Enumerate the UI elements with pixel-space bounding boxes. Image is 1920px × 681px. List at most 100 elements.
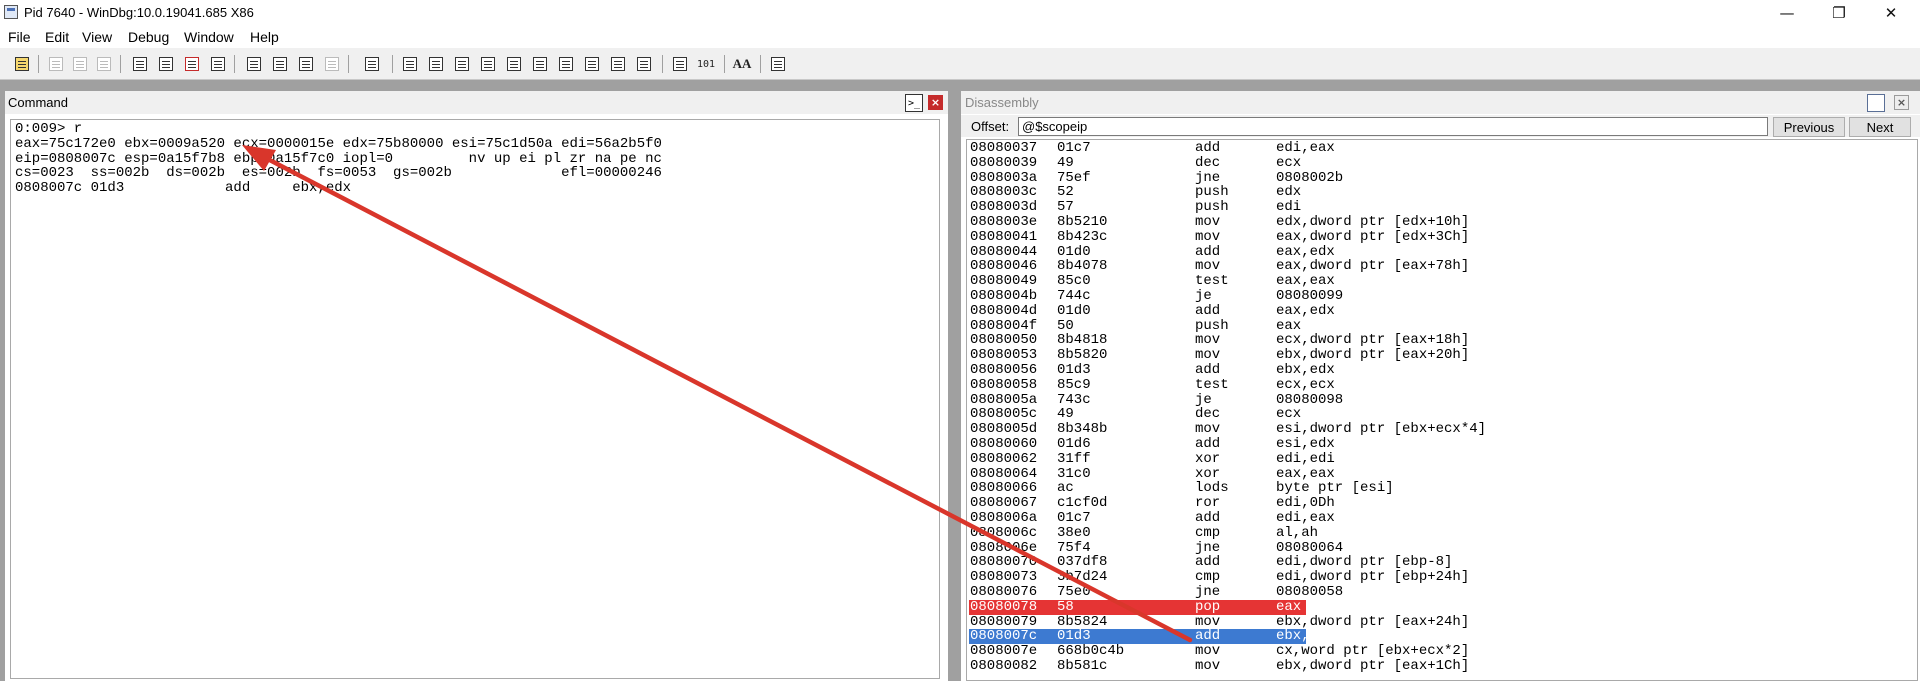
- menu-file[interactable]: File: [8, 29, 31, 45]
- disassembly-row[interactable]: 08080079 8b5824 mov ebx,dword ptr [eax+24h]: [967, 614, 1917, 630]
- instruction-mnemonic: dec: [1195, 154, 1221, 171]
- memory-window-button[interactable]: [504, 54, 524, 74]
- disassembly-row[interactable]: 08080060 01d6 add esi,edx: [967, 437, 1917, 452]
- step-over-button[interactable]: [270, 54, 290, 74]
- disassembly-window-button[interactable]: [556, 54, 576, 74]
- scratch-pad-icon: [585, 57, 599, 71]
- instruction-bytes: 49: [1057, 154, 1074, 171]
- disassembly-row[interactable]: 0808005c 49 dec ecx: [967, 407, 1917, 422]
- instruction-mnemonic: add: [1195, 628, 1221, 645]
- disassembly-row[interactable]: 0808005d 8b348b mov esi,dword ptr [ebx+ecx*…: [967, 422, 1917, 437]
- open-source-file-button[interactable]: [12, 54, 32, 74]
- disassembly-row[interactable]: 08080044 01d0 add eax,edx: [967, 243, 1917, 260]
- instruction-mnemonic: jne: [1195, 584, 1221, 600]
- disassembly-row[interactable]: 0808006c 38e0 cmp al,ah: [967, 525, 1917, 541]
- instruction-bytes: 49: [1057, 406, 1074, 423]
- disassembly-row[interactable]: 0808003a 75ef jne 0808002b: [967, 169, 1917, 186]
- disassembly-row[interactable]: 08080082 8b581c mov ebx,dword ptr [eax+1Ch]: [967, 659, 1917, 674]
- locals-window-button[interactable]: [452, 54, 472, 74]
- disassembly-row-breakpoint[interactable]: 08080078 58 pop eax: [967, 599, 1917, 615]
- options-button[interactable]: [768, 54, 788, 74]
- disassembly-row[interactable]: 0808003c 52 push edx: [967, 185, 1917, 200]
- paste-button[interactable]: [94, 54, 114, 74]
- instruction-bytes: 75e0: [1057, 584, 1091, 600]
- next-button[interactable]: Next: [1849, 117, 1911, 137]
- processes-threads-button[interactable]: [608, 54, 628, 74]
- disassembly-row[interactable]: 08080070 037df8 add edi,dword ptr [ebp-8]: [967, 555, 1917, 570]
- close-window-button[interactable]: ✕: [1868, 0, 1914, 26]
- disassembly-row[interactable]: 0808003d 57 push edi: [967, 200, 1917, 215]
- disassembly-row[interactable]: 08080049 85c0 test eax,eax: [967, 274, 1917, 289]
- copy-button[interactable]: [70, 54, 90, 74]
- disassembly-row[interactable]: 0808005a 743c je 08080098: [967, 392, 1917, 408]
- hex-radix-icon: 101: [696, 58, 716, 70]
- scratch-pad-button[interactable]: [582, 54, 602, 74]
- call-stack-window-button[interactable]: [530, 54, 550, 74]
- disassembly-row[interactable]: 0808006a 01c7 add edi,eax: [967, 511, 1917, 526]
- instruction-operands: 08080099: [1276, 288, 1344, 304]
- disassembly-row-current[interactable]: 0808007c 01d3 add ebx,edx: [967, 628, 1917, 645]
- instruction-mnemonic: test: [1195, 273, 1229, 290]
- run-to-cursor-button[interactable]: [322, 54, 342, 74]
- disassembly-row[interactable]: 08080041 8b423c mov eax,dword ptr [edx+3Ch]: [967, 229, 1917, 245]
- instruction-bytes: 01d3: [1057, 362, 1091, 378]
- disassembly-row[interactable]: 08080046 8b4078 mov eax,dword ptr [eax+78h]: [967, 259, 1917, 274]
- menu-help[interactable]: Help: [250, 29, 279, 45]
- instruction-mnemonic: add: [1195, 243, 1221, 260]
- disassembly-row[interactable]: 08080066 ac lods byte ptr [esi]: [967, 481, 1917, 496]
- disassembly-row[interactable]: 0808004b 744c je 08080099: [967, 289, 1917, 304]
- instruction-address: 08080039: [970, 154, 1038, 171]
- instruction-operands: eax,edx: [1276, 243, 1335, 260]
- minimize-button[interactable]: —: [1764, 0, 1810, 26]
- disassembly-window-icon[interactable]: [1867, 94, 1885, 112]
- disassembly-row[interactable]: 0808004d 01d0 add eax,edx: [967, 303, 1917, 319]
- source-mode-button[interactable]: [670, 54, 690, 74]
- memory-window-icon: [507, 57, 521, 71]
- disassembly-row[interactable]: 08080062 31ff xor edi,edi: [967, 451, 1917, 467]
- command-output[interactable]: 0:009> r eax=75c172e0 ebx=0009a520 ecx=0…: [10, 119, 940, 679]
- instruction-address: 0808007e: [970, 643, 1038, 660]
- registers-window-button[interactable]: [478, 54, 498, 74]
- watch-window-button[interactable]: [426, 54, 446, 74]
- disassembly-listing[interactable]: 08080037 01c7 add edi,eax 08080039 49 dec ecx 08…: [966, 139, 1918, 681]
- command-browser-button[interactable]: [634, 54, 654, 74]
- instruction-bytes: 75ef: [1057, 169, 1091, 186]
- disassembly-row[interactable]: 0808004f 50 push eax: [967, 318, 1917, 334]
- command-window-button[interactable]: [400, 54, 420, 74]
- cut-button[interactable]: [46, 54, 66, 74]
- disassembly-row[interactable]: 08080056 01d3 add ebx,edx: [967, 363, 1917, 378]
- stop-debugging-button[interactable]: [182, 54, 202, 74]
- disassembly-row[interactable]: 08080037 01c7 add edi,eax: [967, 141, 1917, 156]
- hand-button[interactable]: [362, 54, 382, 74]
- instruction-operands: eax,eax: [1276, 465, 1335, 482]
- menu-window[interactable]: Window: [184, 29, 234, 45]
- restart-button[interactable]: [156, 54, 176, 74]
- step-out-button[interactable]: [296, 54, 316, 74]
- command-prompt-icon[interactable]: >_: [905, 94, 923, 112]
- menu-edit[interactable]: Edit: [45, 29, 69, 45]
- copy-icon: [73, 57, 87, 71]
- break-button[interactable]: [208, 54, 228, 74]
- disassembly-row[interactable]: 0808006e 75f4 jne 08080064: [967, 540, 1917, 556]
- menu-view[interactable]: View: [82, 29, 112, 45]
- disassembly-row[interactable]: 08080053 8b5820 mov ebx,dword ptr [eax+20h]: [967, 348, 1917, 363]
- disassembly-row[interactable]: 08080076 75e0 jne 08080058: [967, 585, 1917, 600]
- go-button[interactable]: [130, 54, 150, 74]
- disassembly-row[interactable]: 0808007e 668b0c4b mov cx,word ptr [ebx+ecx*…: [967, 644, 1917, 659]
- disassembly-row[interactable]: 08080050 8b4818 mov ecx,dword ptr [eax+18h]: [967, 333, 1917, 348]
- offset-input[interactable]: @$scopeip: [1018, 117, 1768, 136]
- disassembly-row[interactable]: 08080064 31c0 xor eax,eax: [967, 465, 1917, 482]
- step-into-button[interactable]: [244, 54, 264, 74]
- hex-display-button[interactable]: 101: [696, 54, 716, 74]
- disassembly-close-button[interactable]: ×: [1894, 95, 1909, 110]
- command-close-button[interactable]: ×: [928, 95, 943, 110]
- disassembly-row[interactable]: 08080039 49 dec ecx: [967, 154, 1917, 171]
- disassembly-row[interactable]: 08080067 c1cf0d ror edi,0Dh: [967, 496, 1917, 511]
- menu-debug[interactable]: Debug: [128, 29, 169, 45]
- disassembly-row[interactable]: 08080073 3b7d24 cmp edi,dword ptr [ebp+24h]: [967, 570, 1917, 585]
- disassembly-row[interactable]: 08080058 85c9 test ecx,ecx: [967, 377, 1917, 393]
- previous-button[interactable]: Previous: [1773, 117, 1845, 137]
- font-button[interactable]: AA: [732, 54, 752, 74]
- restore-button[interactable]: ❐: [1816, 0, 1862, 26]
- disassembly-row[interactable]: 0808003e 8b5210 mov edx,dword ptr [edx+10h]: [967, 215, 1917, 230]
